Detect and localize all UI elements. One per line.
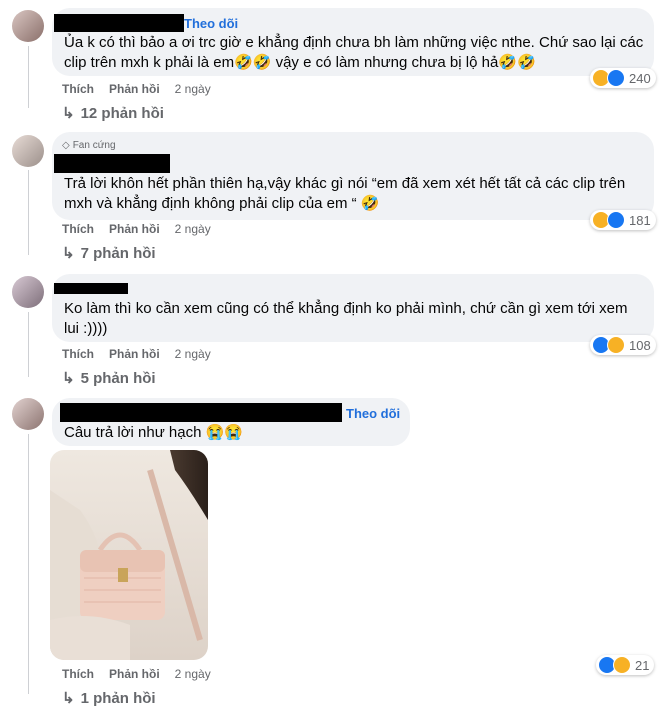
reply-button[interactable]: Phản hồi — [109, 222, 160, 236]
reaction-summary[interactable]: 21 — [596, 655, 655, 675]
thread-line — [28, 434, 29, 694]
view-replies[interactable]: ↳ 5 phản hồi — [62, 369, 156, 388]
timestamp[interactable]: 2 ngày — [175, 347, 211, 361]
reaction-count: 108 — [629, 337, 651, 353]
redacted-name — [54, 14, 184, 32]
reply-arrow-icon: ↳ — [62, 245, 75, 262]
replies-count: 5 phản hồi — [80, 369, 156, 387]
comment-photo[interactable] — [50, 450, 208, 660]
reaction-count: 240 — [629, 70, 651, 86]
reply-button[interactable]: Phản hồi — [109, 667, 160, 681]
reply-arrow-icon: ↳ — [62, 370, 75, 387]
avatar[interactable] — [12, 135, 44, 167]
comment-bubble: ◇ Fan cứng Trả lời khôn hết phần thiên h… — [52, 132, 654, 220]
avatar[interactable] — [12, 398, 44, 430]
reply-button[interactable]: Phản hồi — [109, 347, 160, 361]
reaction-summary[interactable]: 181 — [590, 210, 656, 230]
follow-button[interactable]: Theo dõi — [346, 406, 400, 421]
timestamp[interactable]: 2 ngày — [175, 222, 211, 236]
avatar[interactable] — [12, 10, 44, 42]
reaction-summary[interactable]: 108 — [590, 335, 656, 355]
comment-actions: Thích Phản hồi 2 ngày — [62, 667, 211, 681]
comment-text: Câu trả lời như hạch 😭😭 — [64, 424, 243, 441]
comment-bubble: Theo dõi Câu trả lời như hạch 😭😭 — [52, 398, 410, 446]
thread-line — [28, 46, 29, 108]
like-button[interactable]: Thích — [62, 347, 94, 361]
reply-arrow-icon: ↳ — [62, 690, 75, 707]
reaction-count: 181 — [629, 212, 651, 228]
comment-1: Theo dõi Ủa k có thì bảo a ơi trc giờ e … — [0, 0, 667, 130]
haha-icon — [607, 336, 625, 354]
timestamp[interactable]: 2 ngày — [175, 667, 211, 681]
haha-icon — [613, 656, 631, 674]
reaction-count: 21 — [635, 657, 650, 673]
reaction-summary[interactable]: 240 — [590, 68, 656, 88]
comment-2: ◇ Fan cứng Trả lời khôn hết phần thiên h… — [0, 130, 667, 270]
thread-line — [28, 170, 29, 255]
reply-button[interactable]: Phản hồi — [109, 82, 160, 96]
replies-count: 12 phản hồi — [80, 104, 164, 122]
comment-bubble: Theo dõi Ủa k có thì bảo a ơi trc giờ e … — [52, 8, 654, 76]
comment-text: Ủa k có thì bảo a ơi trc giờ e khẳng địn… — [64, 34, 644, 71]
like-icon — [607, 211, 625, 229]
diamond-icon: ◇ — [62, 140, 70, 151]
replies-count: 1 phản hồi — [80, 689, 156, 707]
handbag-photo — [50, 450, 208, 660]
fan-badge: ◇ Fan cứng — [62, 140, 116, 151]
comment-text: Ko làm thì ko cần xem cũng có thể khẳng … — [64, 300, 628, 337]
replies-count: 7 phản hồi — [80, 244, 156, 262]
comment-bubble: Ko làm thì ko cần xem cũng có thể khẳng … — [52, 274, 654, 342]
comment-actions: Thích Phản hồi 2 ngày — [62, 222, 211, 236]
timestamp[interactable]: 2 ngày — [175, 82, 211, 96]
follow-button[interactable]: Theo dõi — [184, 16, 238, 31]
reply-arrow-icon: ↳ — [62, 105, 75, 122]
redacted-name — [54, 283, 128, 294]
view-replies[interactable]: ↳ 1 phản hồi — [62, 689, 156, 708]
redacted-name — [60, 403, 342, 422]
comment-actions: Thích Phản hồi 2 ngày — [62, 82, 211, 96]
view-replies[interactable]: ↳ 7 phản hồi — [62, 244, 156, 263]
thread-line — [28, 312, 29, 377]
comment-text: Trả lời khôn hết phần thiên hạ,vậy khác … — [64, 175, 626, 212]
comment-actions: Thích Phản hồi 2 ngày — [62, 347, 211, 361]
redacted-name — [54, 154, 170, 173]
like-icon — [607, 69, 625, 87]
comment-3: Ko làm thì ko cần xem cũng có thể khẳng … — [0, 270, 667, 390]
like-button[interactable]: Thích — [62, 667, 94, 681]
fan-badge-label: Fan cứng — [72, 140, 116, 151]
like-button[interactable]: Thích — [62, 222, 94, 236]
view-replies[interactable]: ↳ 12 phản hồi — [62, 104, 164, 123]
like-button[interactable]: Thích — [62, 82, 94, 96]
avatar[interactable] — [12, 276, 44, 308]
